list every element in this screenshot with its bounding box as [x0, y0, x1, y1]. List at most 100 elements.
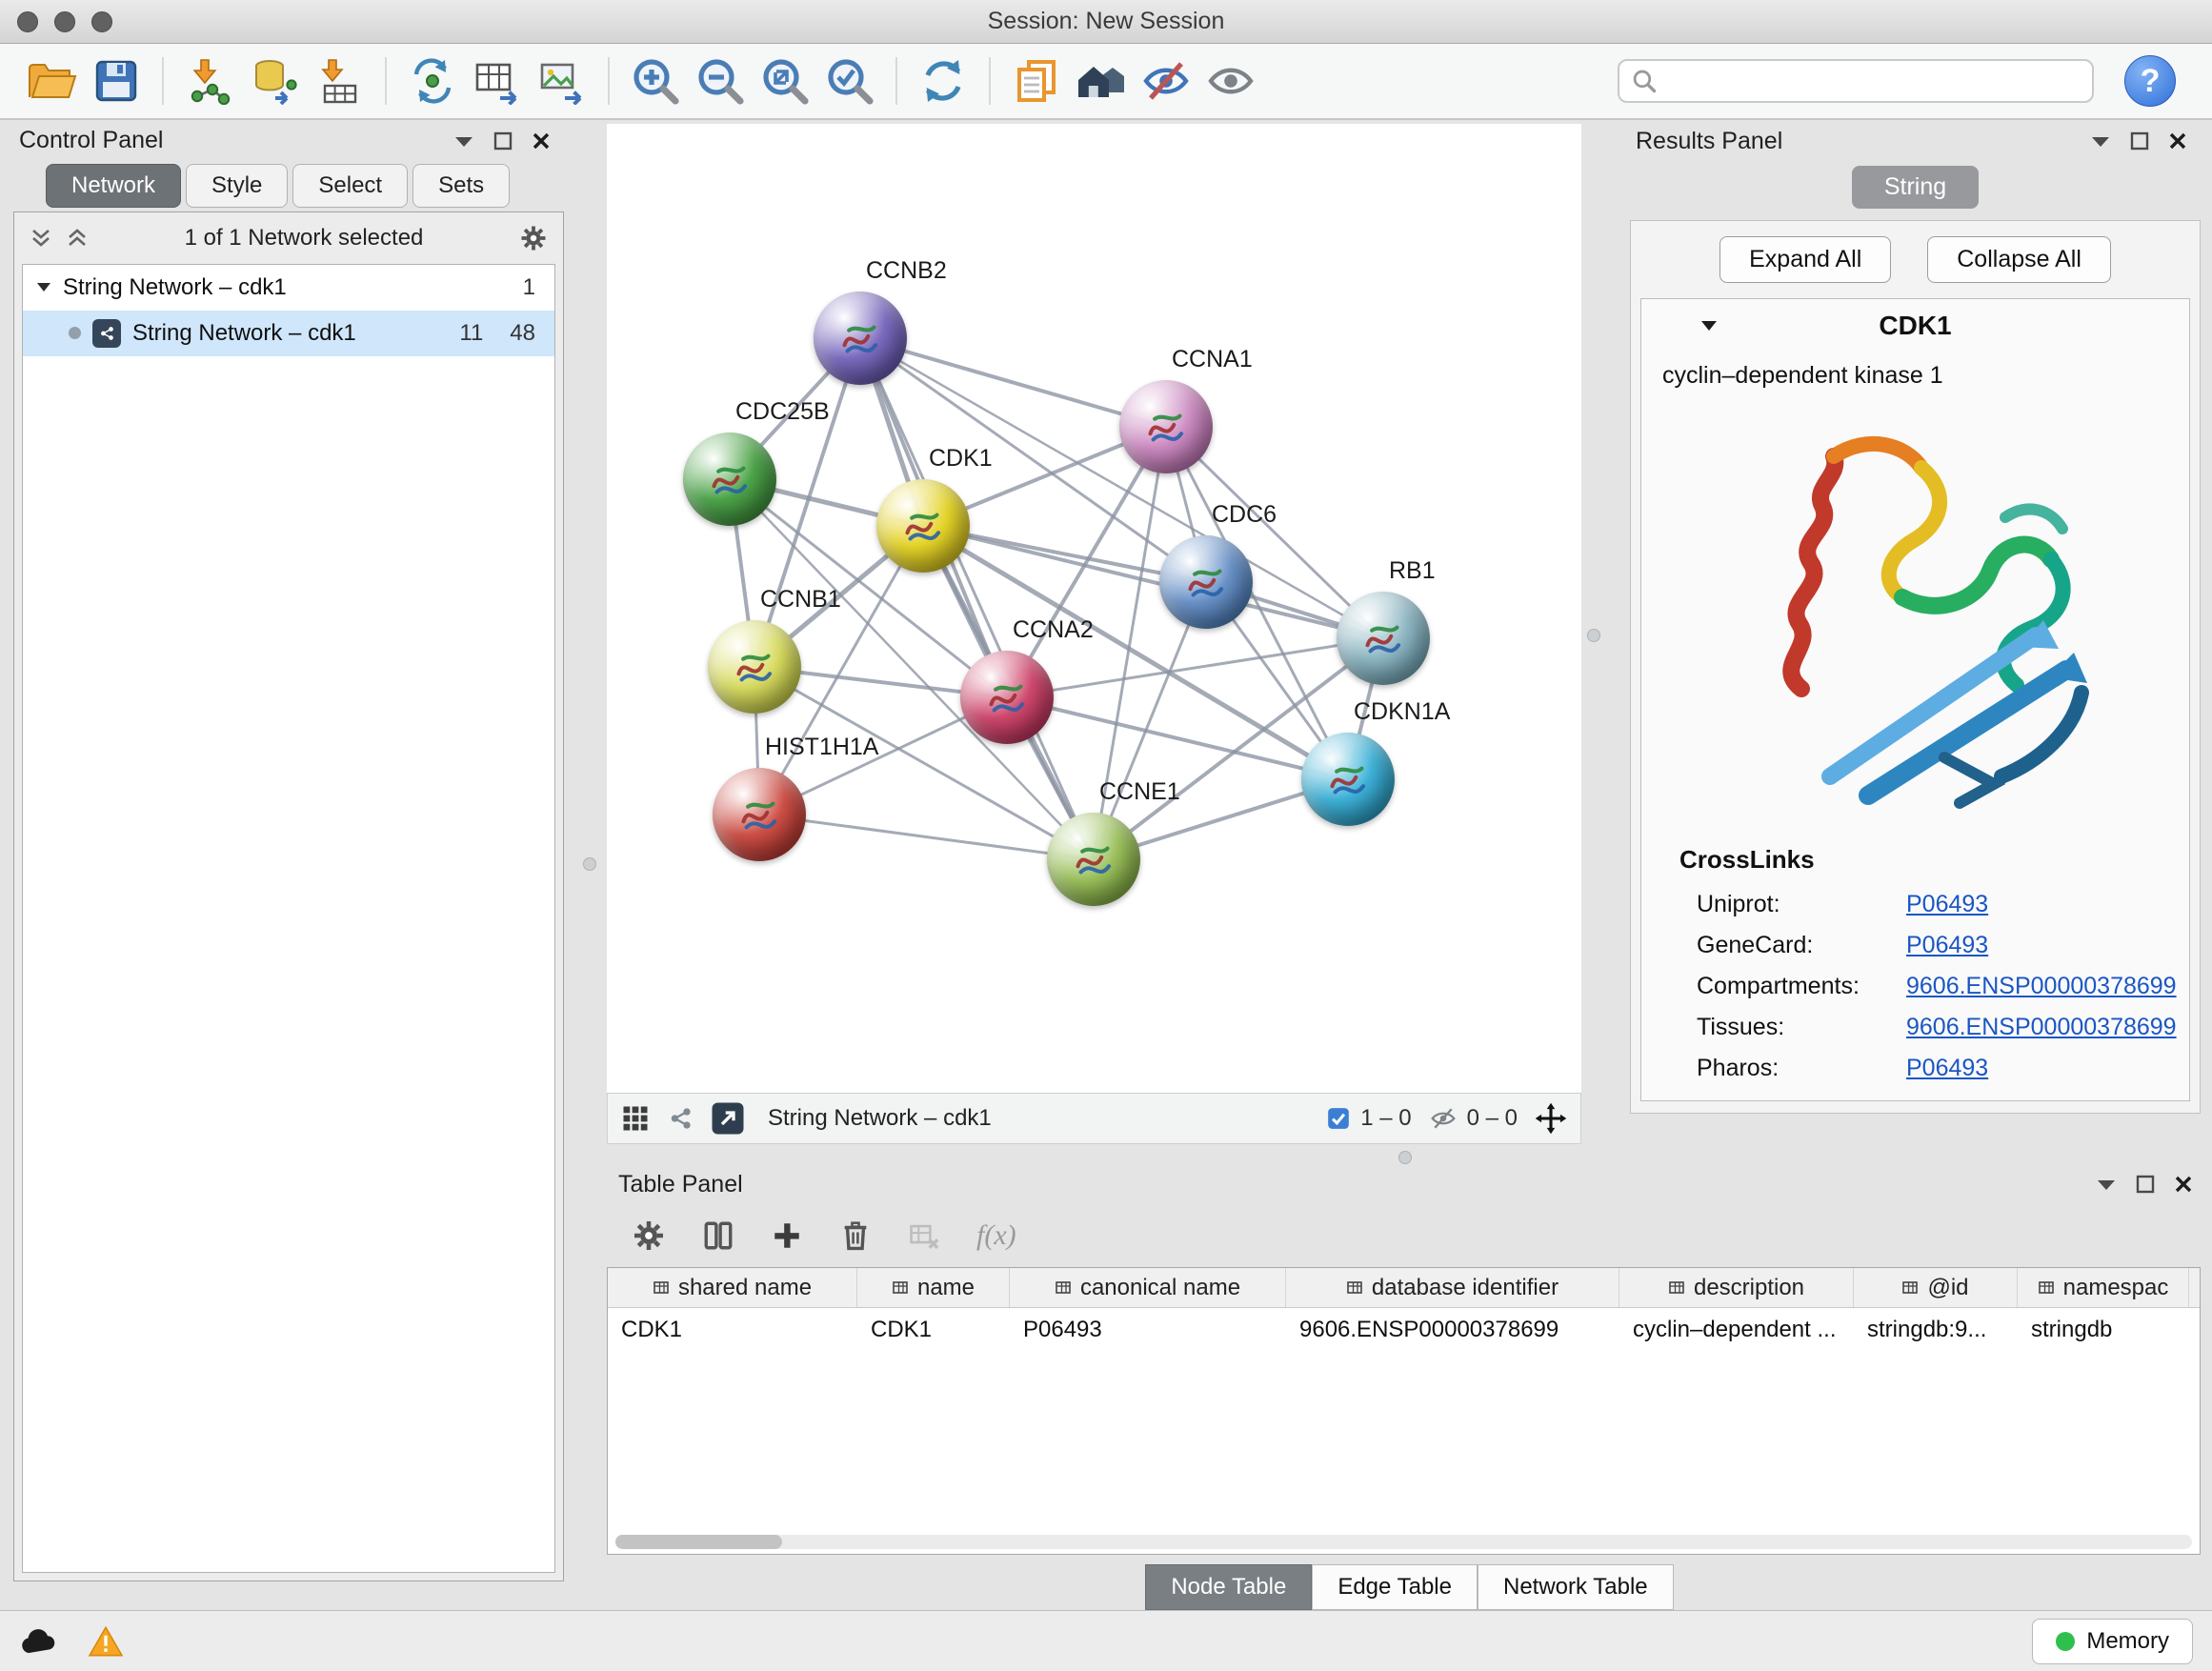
close-window-button[interactable]: [17, 11, 38, 32]
toolbar-search[interactable]: [1618, 59, 2094, 103]
memory-button[interactable]: Memory: [2032, 1619, 2193, 1664]
crosslink-link[interactable]: P06493: [1906, 1055, 1988, 1082]
network-edge-HIST1H1A-CCNE1[interactable]: [759, 815, 1094, 859]
tab-style[interactable]: Style: [186, 164, 288, 208]
network-node-CCNE1[interactable]: [1047, 813, 1140, 906]
tab-string[interactable]: String: [1852, 166, 1979, 209]
column-header-canonical-name[interactable]: canonical name: [1010, 1268, 1286, 1307]
tab-network[interactable]: Network: [46, 164, 181, 208]
cloud-icon[interactable]: [19, 1627, 59, 1656]
export-image-button[interactable]: [533, 52, 591, 110]
network-node-CCNA1[interactable]: [1119, 380, 1213, 473]
close-panel-icon[interactable]: [2168, 131, 2187, 151]
tab-network-table[interactable]: Network Table: [1478, 1564, 1674, 1610]
refresh-view-button[interactable]: [915, 52, 972, 110]
import-table-file-button[interactable]: [311, 52, 368, 110]
table-cell[interactable]: cyclin–dependent ...: [1619, 1308, 1854, 1352]
help-button[interactable]: ?: [2124, 55, 2176, 107]
tab-select[interactable]: Select: [292, 164, 408, 208]
new-network-button[interactable]: [404, 52, 461, 110]
column-header-shared-name[interactable]: shared name: [608, 1268, 857, 1307]
hidden-eye-icon[interactable]: [1429, 1106, 1458, 1131]
column-header-database-identifier[interactable]: database identifier: [1286, 1268, 1619, 1307]
selected-checkbox-icon[interactable]: [1326, 1106, 1351, 1131]
expand-all-button[interactable]: Expand All: [1719, 236, 1891, 283]
splitter-handle[interactable]: [1587, 629, 1600, 642]
crosslink-link[interactable]: 9606.ENSP00000378699: [1906, 1014, 2177, 1041]
column-header-name[interactable]: name: [857, 1268, 1010, 1307]
search-input[interactable]: [1667, 68, 2081, 94]
function-builder-button[interactable]: f(x): [976, 1219, 1016, 1252]
tab-sets[interactable]: Sets: [412, 164, 510, 208]
collapse-panel-icon[interactable]: [2096, 1178, 2117, 1191]
close-panel-icon[interactable]: [532, 131, 551, 151]
new-table-button[interactable]: [469, 52, 526, 110]
zoom-selected-button[interactable]: [821, 52, 878, 110]
network-edge-CCNB2-CCNB1[interactable]: [754, 338, 860, 667]
network-edge-CDK1-RB1[interactable]: [923, 526, 1383, 638]
zoom-in-button[interactable]: [627, 52, 684, 110]
collapse-panel-icon[interactable]: [453, 134, 474, 148]
network-node-CCNA2[interactable]: [960, 651, 1054, 744]
import-network-file-button[interactable]: [181, 52, 238, 110]
expand-all-networks-icon[interactable]: [30, 227, 52, 250]
table-hscrollbar[interactable]: [615, 1535, 2192, 1549]
open-session-button[interactable]: [23, 52, 80, 110]
network-node-CDC25B[interactable]: [683, 433, 776, 526]
share-network-icon[interactable]: [667, 1105, 694, 1132]
minimize-window-button[interactable]: [54, 11, 75, 32]
network-node-CCNB1[interactable]: [708, 620, 801, 714]
save-session-button[interactable]: [88, 52, 145, 110]
table-cell[interactable]: stringdb:9...: [1854, 1308, 2018, 1352]
splitter-handle[interactable]: [583, 857, 596, 871]
home-button[interactable]: [1073, 52, 1130, 110]
open-in-window-icon[interactable]: [711, 1101, 745, 1136]
column-header-description[interactable]: description: [1619, 1268, 1854, 1307]
close-panel-icon[interactable]: [2174, 1175, 2193, 1194]
column-header-@id[interactable]: @id: [1854, 1268, 2018, 1307]
crosslink-link[interactable]: 9606.ENSP00000378699: [1906, 973, 2177, 1000]
show-columns-icon[interactable]: [702, 1219, 734, 1252]
network-node-CDKN1A[interactable]: [1301, 733, 1395, 826]
float-panel-icon[interactable]: [2136, 1175, 2155, 1194]
collapse-all-button[interactable]: Collapse All: [1927, 236, 2111, 283]
network-row[interactable]: String Network – cdk1 11 48: [23, 311, 554, 356]
table-hscrollbar-thumb[interactable]: [615, 1535, 782, 1549]
pan-tool-icon[interactable]: [1535, 1102, 1567, 1135]
network-collection-row[interactable]: String Network – cdk1 1: [23, 265, 554, 311]
tab-edge-table[interactable]: Edge Table: [1312, 1564, 1478, 1610]
hide-details-button[interactable]: [1137, 52, 1195, 110]
column-header-namespac[interactable]: namespac: [2018, 1268, 2189, 1307]
float-panel-icon[interactable]: [2130, 131, 2149, 151]
table-cell[interactable]: stringdb: [2018, 1308, 2189, 1352]
gear-icon[interactable]: [519, 224, 548, 252]
network-canvas[interactable]: CCNB2 CCNA1 CDC25B CDK1 CDC6 RB1 CCNB1 C…: [607, 124, 1581, 1093]
splitter-handle[interactable]: [1398, 1151, 1412, 1164]
zoom-fit-button[interactable]: [756, 52, 814, 110]
collapse-section-icon[interactable]: [1700, 320, 1718, 332]
copy-document-button[interactable]: [1008, 52, 1065, 110]
table-cell[interactable]: P06493: [1010, 1308, 1286, 1352]
network-node-CCNB2[interactable]: [814, 292, 907, 385]
table-gear-icon[interactable]: [632, 1218, 666, 1253]
add-column-icon[interactable]: [771, 1219, 803, 1252]
network-edge-CCNB2-CCNE1[interactable]: [860, 338, 1094, 859]
delete-column-icon[interactable]: [839, 1219, 872, 1252]
table-cell[interactable]: CDK1: [857, 1308, 1010, 1352]
float-panel-icon[interactable]: [493, 131, 513, 151]
table-row[interactable]: CDK1CDK1P064939606.ENSP00000378699cyclin…: [608, 1308, 2200, 1352]
network-node-CDC6[interactable]: [1159, 535, 1253, 629]
birdseye-view-icon[interactable]: [621, 1104, 650, 1133]
import-network-database-button[interactable]: [246, 52, 303, 110]
crosslink-link[interactable]: P06493: [1906, 891, 1988, 918]
collapse-all-networks-icon[interactable]: [66, 227, 89, 250]
network-node-CDK1[interactable]: [876, 479, 970, 573]
collapse-panel-icon[interactable]: [2090, 134, 2111, 148]
zoom-out-button[interactable]: [692, 52, 749, 110]
warning-icon[interactable]: [88, 1625, 124, 1658]
show-details-button[interactable]: [1202, 52, 1259, 110]
zoom-window-button[interactable]: [91, 11, 112, 32]
table-cell[interactable]: CDK1: [608, 1308, 857, 1352]
tab-node-table[interactable]: Node Table: [1145, 1564, 1312, 1610]
network-node-HIST1H1A[interactable]: [713, 768, 806, 861]
